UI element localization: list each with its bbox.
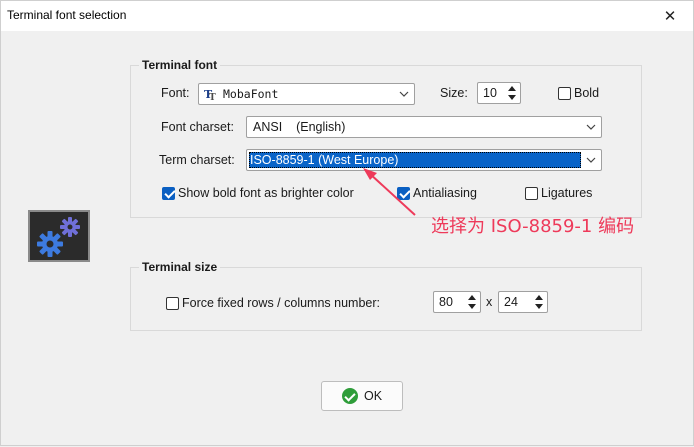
force-fixed-label: Force fixed rows / columns number: [182, 296, 380, 310]
rows-spinner[interactable]: 24 [498, 291, 548, 313]
annotation-text: 选择为 ISO-8859-1 编码 [431, 216, 635, 237]
force-fixed-checkbox[interactable]: Force fixed rows / columns number: [166, 296, 380, 310]
check-circle-icon [341, 388, 358, 404]
up-down-arrows-icon[interactable] [534, 293, 544, 311]
terminal-size-group-title: Terminal size [139, 260, 221, 274]
up-down-arrows-icon[interactable] [467, 293, 477, 311]
size-separator: x [486, 295, 493, 309]
ok-label: OK [363, 389, 383, 403]
ok-button[interactable]: OK [321, 381, 403, 411]
rows-value: 24 [504, 295, 518, 309]
force-fixed-checkbox-box[interactable] [166, 296, 179, 310]
dialog-window: Terminal font selection ✕ Terminal font … [0, 0, 694, 446]
columns-value: 80 [439, 295, 453, 309]
columns-spinner[interactable]: 80 [433, 291, 481, 313]
